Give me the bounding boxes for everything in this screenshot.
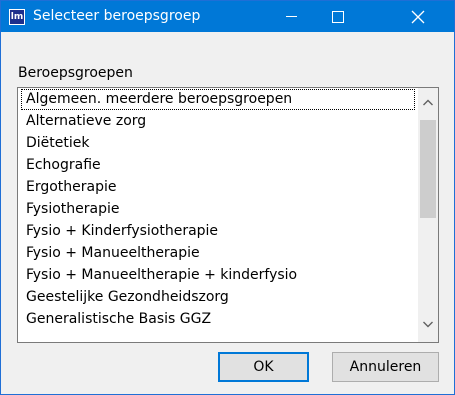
window-title: Selecteer beroepsgroep [33,8,201,24]
list-item[interactable]: Echografie [18,154,418,176]
minimize-button[interactable] [269,1,315,32]
close-button[interactable] [361,1,454,32]
list-item[interactable]: Fysio + Manueeltherapie + kinderfysio [18,264,418,286]
list-item[interactable]: Generalistische Basis GGZ [18,308,418,330]
maximize-button[interactable] [315,1,361,32]
chevron-down-icon[interactable] [418,314,438,334]
vertical-scrollbar[interactable] [418,88,438,342]
list-item[interactable]: Ergotherapie [18,176,418,198]
cancel-button[interactable]: Annuleren [332,352,439,382]
list-label: Beroepsgroepen [18,65,133,81]
title-bar[interactable]: lm Selecteer beroepsgroep [1,1,454,32]
list-item[interactable]: Fysio + Manueeltherapie [18,242,418,264]
ok-button[interactable]: OK [218,352,309,382]
beroepsgroepen-listbox[interactable]: Algemeen. meerdere beroepsgroepen Altern… [17,87,439,343]
dialog-window: lm Selecteer beroepsgroep Beroepsgroepen… [0,0,455,395]
list-items: Algemeen. meerdere beroepsgroepen Altern… [18,88,418,342]
list-item[interactable]: Algemeen. meerdere beroepsgroepen [21,89,415,110]
list-item[interactable]: Fysiotherapie [18,198,418,220]
list-item[interactable]: Alternatieve zorg [18,110,418,132]
maximize-icon [332,11,344,23]
close-icon [411,10,425,24]
list-item[interactable]: Diëtetiek [18,132,418,154]
chevron-up-icon[interactable] [418,93,438,113]
scrollbar-thumb[interactable] [420,120,436,218]
list-item[interactable]: Geestelijke Gezondheidszorg [18,286,418,308]
minimize-icon [286,16,297,17]
list-item[interactable]: Fysio + Kinderfysiotherapie [18,220,418,242]
app-icon: lm [9,9,25,25]
